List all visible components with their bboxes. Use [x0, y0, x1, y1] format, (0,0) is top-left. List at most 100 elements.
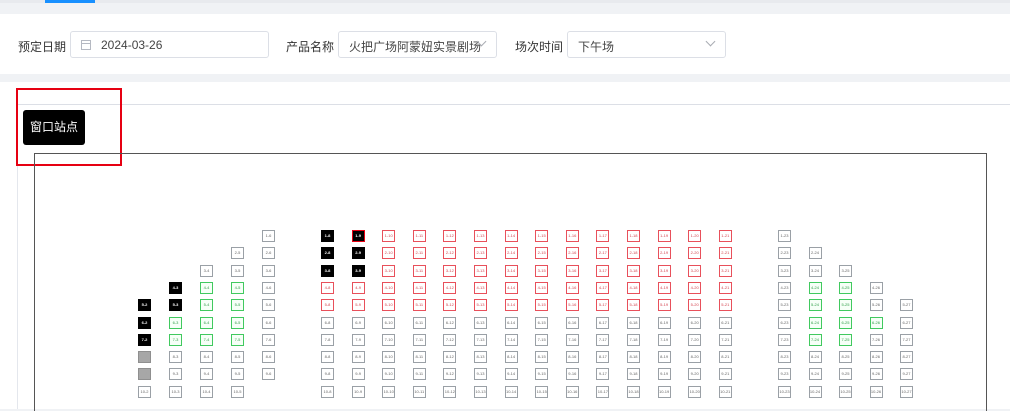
seat[interactable]: 4-19 [657, 281, 671, 294]
seat[interactable]: 10-14 [504, 385, 518, 398]
seat[interactable]: 10-19 [657, 385, 671, 398]
seat[interactable]: 6-24 [808, 316, 822, 329]
seat[interactable]: 5-3 [169, 299, 182, 312]
seat[interactable]: 4-11 [412, 281, 426, 294]
seat[interactable]: 3-12 [443, 264, 457, 277]
seat[interactable]: 2-21 [718, 247, 732, 260]
seat[interactable]: 2-16 [565, 247, 579, 260]
seat[interactable]: 4-13 [474, 281, 487, 294]
seat[interactable]: 1-20 [688, 230, 702, 242]
seat[interactable]: 2-17 [596, 247, 610, 260]
seat[interactable]: 5-4 [200, 299, 213, 312]
seat[interactable]: 4-20 [688, 281, 702, 294]
seat[interactable]: 8-15 [535, 351, 549, 364]
seat[interactable]: 10-21 [718, 385, 732, 398]
seat[interactable]: 8-9 [351, 351, 365, 364]
seat[interactable]: 1-19 [657, 230, 671, 242]
seat[interactable]: 4-3 [169, 281, 182, 294]
seat[interactable]: 3-17 [596, 264, 610, 277]
seat[interactable]: 3-19 [657, 264, 671, 277]
seat[interactable]: 9-13 [474, 368, 487, 381]
seat[interactable]: 1-23 [778, 230, 791, 242]
seat[interactable]: 4-4 [200, 281, 213, 294]
seat[interactable]: 5-2 [138, 299, 151, 312]
seat[interactable]: 8-11 [412, 351, 426, 364]
seat[interactable]: 1-12 [443, 230, 457, 242]
seat[interactable]: 4-10 [382, 281, 396, 294]
seat[interactable]: 7-11 [412, 333, 426, 346]
seat[interactable]: 7-3 [169, 333, 182, 346]
seat[interactable]: 10-15 [535, 385, 549, 398]
seat[interactable]: 7-17 [596, 333, 610, 346]
seat[interactable]: 9-21 [718, 368, 732, 381]
seat[interactable]: 7-19 [657, 333, 671, 346]
seat[interactable]: 8-19 [657, 351, 671, 364]
seat[interactable]: 8-12 [443, 351, 457, 364]
product-select[interactable]: 火把广场阿蒙妞实景剧场 [338, 31, 497, 58]
seat[interactable]: 5-17 [596, 299, 610, 312]
seat[interactable]: 9-5 [231, 368, 244, 381]
seat[interactable]: 4-16 [565, 281, 579, 294]
seat[interactable]: 4-25 [839, 281, 852, 294]
seat[interactable]: 5-13 [474, 299, 487, 312]
seat[interactable]: 1-14 [504, 230, 518, 242]
seat[interactable]: 6-9 [351, 316, 365, 329]
seat[interactable]: 9-14 [504, 368, 518, 381]
seat[interactable]: 1-6 [262, 230, 275, 242]
seat[interactable]: 3-9 [351, 264, 365, 277]
seat[interactable]: 10-17 [596, 385, 610, 398]
seat[interactable]: 2-20 [688, 247, 702, 260]
seat[interactable]: 4-6 [262, 281, 275, 294]
window-point-button[interactable]: 窗口站点 [23, 110, 85, 145]
seat[interactable]: 10-26 [869, 385, 883, 398]
seat[interactable]: 6-3 [169, 316, 182, 329]
seat[interactable]: 7-21 [718, 333, 732, 346]
seat[interactable]: 1-13 [474, 230, 487, 242]
seat[interactable]: 9-2 [138, 368, 151, 381]
seat[interactable]: 1-9 [351, 230, 365, 242]
seat[interactable]: 10-25 [839, 385, 852, 398]
seat[interactable]: 5-20 [688, 299, 702, 312]
seat[interactable]: 6-5 [231, 316, 244, 329]
seat[interactable]: 3-14 [504, 264, 518, 277]
seat[interactable]: 5-6 [262, 299, 275, 312]
seat[interactable]: 8-13 [474, 351, 487, 364]
seat[interactable]: 9-11 [412, 368, 426, 381]
seat[interactable]: 9-23 [778, 368, 791, 381]
seat[interactable]: 7-16 [565, 333, 579, 346]
seat[interactable]: 7-13 [474, 333, 487, 346]
seat[interactable]: 7-20 [688, 333, 702, 346]
seat[interactable]: 7-6 [262, 333, 275, 346]
seat[interactable]: 5-25 [839, 299, 852, 312]
seat[interactable]: 7-2 [138, 333, 151, 346]
seat[interactable]: 7-10 [382, 333, 396, 346]
seat[interactable]: 7-12 [443, 333, 457, 346]
seat[interactable]: 3-15 [535, 264, 549, 277]
seat[interactable]: 8-2 [138, 351, 151, 364]
seat[interactable]: 10-20 [688, 385, 702, 398]
seat[interactable]: 5-24 [808, 299, 822, 312]
seat[interactable]: 2-15 [535, 247, 549, 260]
seat[interactable]: 7-9 [351, 333, 365, 346]
seat[interactable]: 6-19 [657, 316, 671, 329]
seat[interactable]: 3-6 [262, 264, 275, 277]
seat[interactable]: 1-17 [596, 230, 610, 242]
seat[interactable]: 2-14 [504, 247, 518, 260]
seat[interactable]: 9-25 [839, 368, 852, 381]
seat[interactable]: 3-24 [808, 264, 822, 277]
seat[interactable]: 1-21 [718, 230, 732, 242]
seat[interactable]: 9-10 [382, 368, 396, 381]
seat[interactable]: 4-24 [808, 281, 822, 294]
seat[interactable]: 3-21 [718, 264, 732, 277]
seat[interactable]: 8-21 [718, 351, 732, 364]
seat[interactable]: 10-13 [474, 385, 487, 398]
seat[interactable]: 9-15 [535, 368, 549, 381]
seat[interactable]: 5-10 [382, 299, 396, 312]
seat[interactable]: 7-5 [231, 333, 244, 346]
seat[interactable]: 10-18 [627, 385, 640, 398]
seat[interactable]: 3-5 [231, 264, 244, 277]
seat[interactable]: 4-21 [718, 281, 732, 294]
seat[interactable]: 8-26 [869, 351, 883, 364]
seat[interactable]: 4-23 [778, 281, 791, 294]
seat[interactable]: 8-20 [688, 351, 702, 364]
